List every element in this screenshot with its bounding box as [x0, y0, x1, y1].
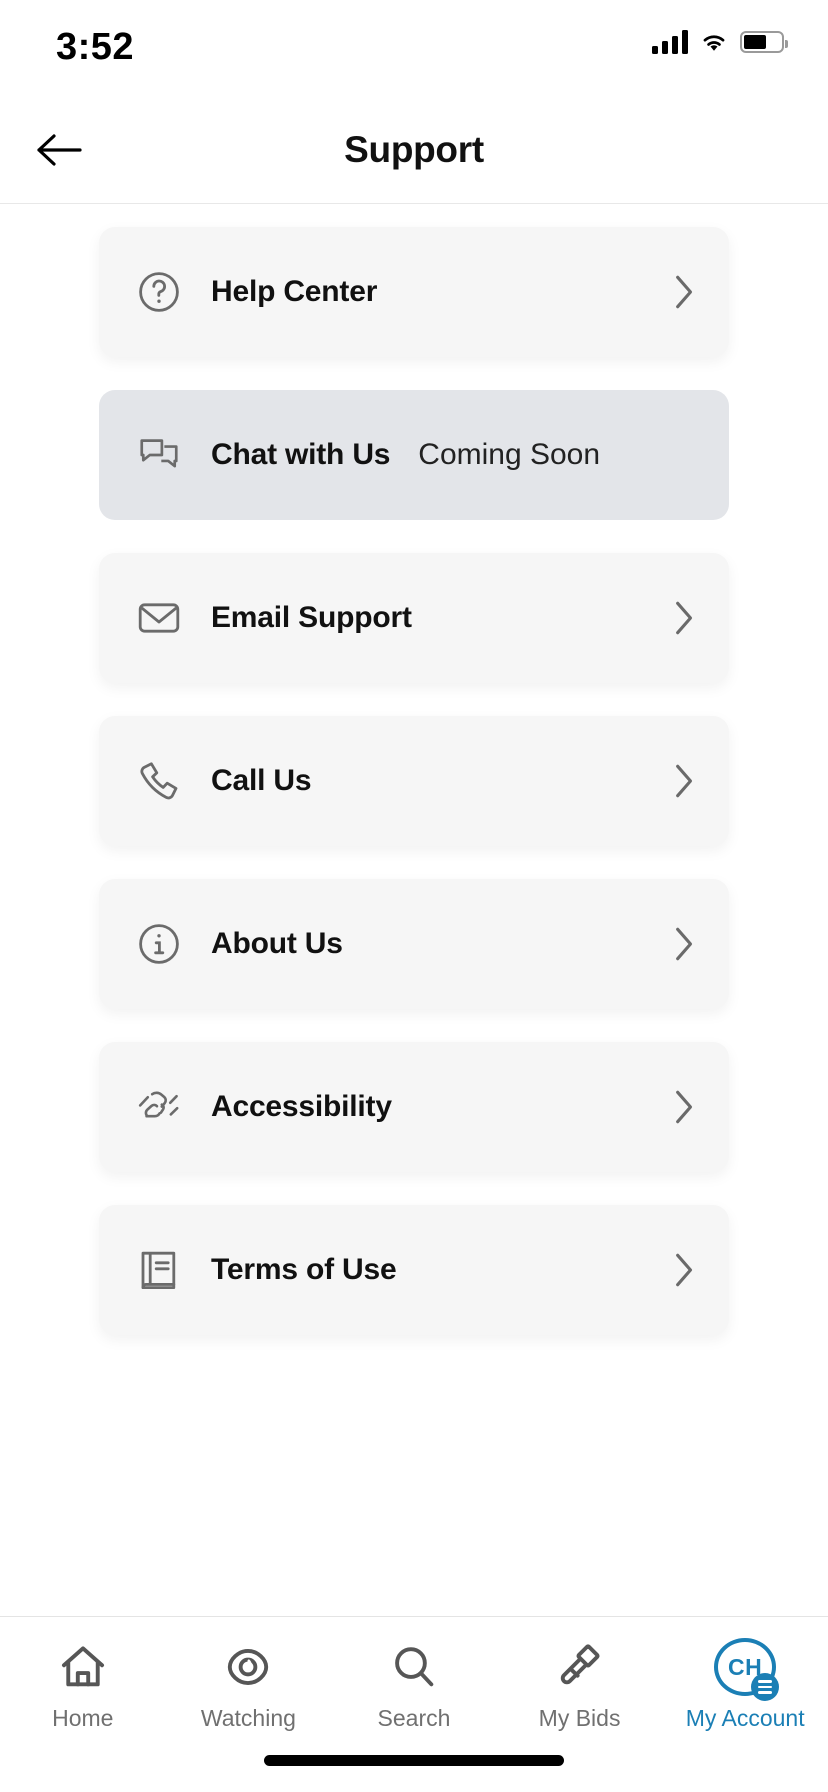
status-time: 3:52 [56, 26, 134, 69]
page-header: Support [0, 96, 828, 204]
book-icon [131, 1242, 187, 1298]
tab-my-bids[interactable]: My Bids [497, 1639, 663, 1732]
support-item-label: Accessibility [211, 1090, 392, 1124]
page-title: Support [344, 129, 484, 171]
list-item-wrap: Terms of Use [0, 1188, 828, 1351]
support-item-chat-with-us: Chat with Us Coming Soon [99, 390, 729, 520]
tab-label: My Bids [539, 1705, 621, 1732]
back-arrow-icon [34, 130, 82, 170]
menu-badge-icon [751, 1673, 779, 1701]
list-item-wrap: About Us [0, 862, 828, 1025]
chevron-right-icon [671, 759, 699, 803]
support-item-help-center[interactable]: Help Center [99, 227, 729, 357]
support-item-about-us[interactable]: About Us [99, 879, 729, 1009]
magnifier-icon [388, 1639, 440, 1695]
phone-icon [131, 753, 187, 809]
support-item-label: Call Us [211, 764, 311, 798]
cellular-bars-icon [652, 30, 688, 54]
chevron-right-icon [671, 922, 699, 966]
chevron-right-icon [671, 1085, 699, 1129]
chevron-right-icon [671, 270, 699, 314]
tab-label: Search [378, 1705, 451, 1732]
home-icon [57, 1639, 109, 1695]
tab-home[interactable]: Home [0, 1639, 166, 1732]
envelope-icon [131, 590, 187, 646]
list-item-wrap: Accessibility [0, 1025, 828, 1188]
tab-search[interactable]: Search [331, 1639, 497, 1732]
support-item-label: Email Support [211, 601, 412, 635]
chat-bubbles-icon [131, 427, 187, 483]
support-item-terms-of-use[interactable]: Terms of Use [99, 1205, 729, 1335]
question-circle-icon [131, 264, 187, 320]
battery-icon [740, 31, 784, 53]
list-item-wrap: Email Support [0, 536, 828, 699]
list-item-wrap: Call Us [0, 699, 828, 862]
support-item-accessibility[interactable]: Accessibility [99, 1042, 729, 1172]
tab-label: Watching [201, 1705, 296, 1732]
wifi-icon [700, 31, 728, 53]
back-button[interactable] [22, 114, 94, 186]
support-item-call-us[interactable]: Call Us [99, 716, 729, 846]
account-avatar-icon: CH [714, 1639, 776, 1695]
support-list: Help Center Chat with Us Coming Soon [0, 204, 828, 1616]
status-icons [652, 30, 784, 54]
status-bar: 3:52 [0, 0, 828, 96]
list-item-wrap: Chat with Us Coming Soon [0, 373, 828, 536]
tab-label: Home [52, 1705, 113, 1732]
gavel-icon [554, 1639, 606, 1695]
tab-label: My Account [686, 1705, 805, 1732]
list-item-wrap: Help Center [0, 210, 828, 373]
coming-soon-badge: Coming Soon [418, 438, 600, 472]
app-screen: 3:52 Support [0, 0, 828, 1792]
info-circle-icon [131, 916, 187, 972]
tab-watching[interactable]: Watching [166, 1639, 332, 1732]
support-item-label: Help Center [211, 275, 377, 309]
support-item-label: Terms of Use [211, 1253, 396, 1287]
support-item-email-support[interactable]: Email Support [99, 553, 729, 683]
support-item-label: Chat with Us [211, 438, 390, 472]
sign-language-hand-icon [131, 1079, 187, 1135]
chevron-right-icon [671, 1248, 699, 1292]
tab-my-account[interactable]: CH My Account [662, 1639, 828, 1732]
eye-icon [222, 1639, 274, 1695]
support-item-label: About Us [211, 927, 343, 961]
chevron-right-icon [671, 596, 699, 640]
home-indicator [264, 1755, 564, 1766]
